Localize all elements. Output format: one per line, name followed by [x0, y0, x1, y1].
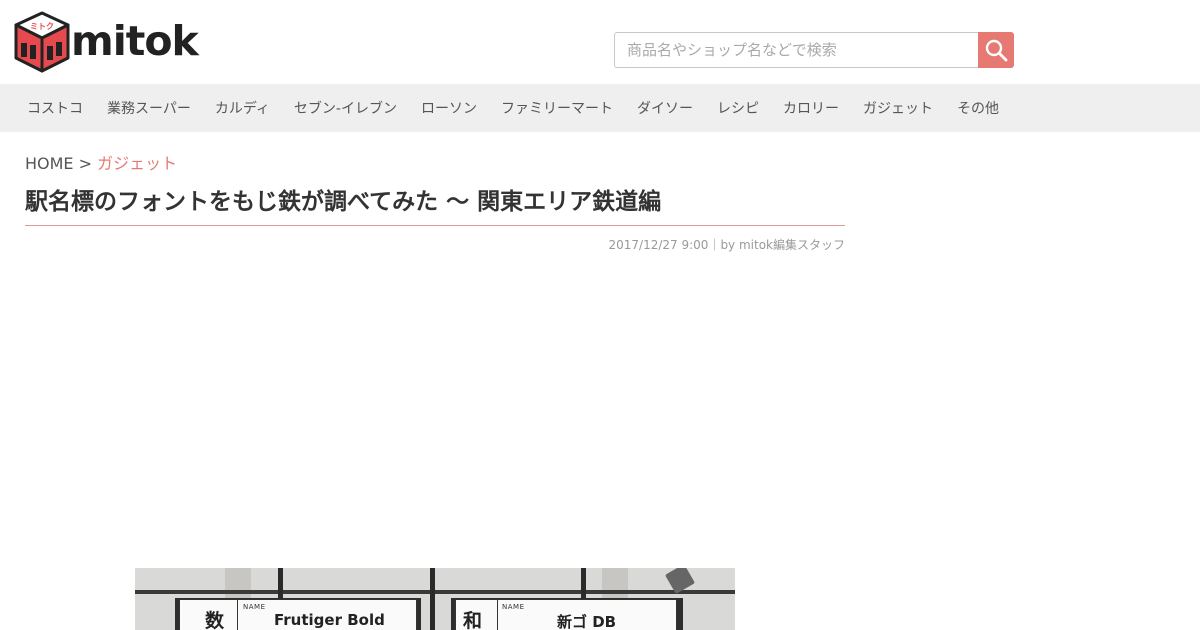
search-input[interactable]	[614, 32, 979, 68]
nav-list: コストコ 業務スーパー カルディ セブン-イレブン ローソン ファミリーマート …	[0, 84, 1200, 132]
sign-tag: NAME	[243, 603, 266, 611]
nav-item-costco[interactable]: コストコ	[27, 98, 83, 118]
nav-item-gadget[interactable]: ガジェット	[863, 98, 933, 118]
site-logo[interactable]: ミトク mitok	[14, 11, 199, 73]
sign-kanji: 和	[463, 610, 483, 630]
hero-post	[430, 568, 435, 630]
breadcrumb-home-link[interactable]: HOME	[25, 154, 74, 173]
sign-font-name: Frutiger Bold	[274, 611, 385, 629]
search-button[interactable]	[978, 32, 1014, 68]
logo-box-icon: ミトク	[14, 11, 70, 73]
sign-font-name: 新ゴ DB	[557, 613, 617, 630]
hero-beam	[135, 590, 735, 594]
site-header: ミトク mitok	[0, 0, 1200, 84]
hero-image: 数 NAME Frutiger Bold 和 NAME 新ゴ DB	[135, 568, 735, 630]
article-title: 駅名標のフォントをもじ鉄が調べてみた 〜 関東エリア鉄道編	[25, 189, 662, 215]
category-nav: コストコ 業務スーパー カルディ セブン-イレブン ローソン ファミリーマート …	[0, 84, 1200, 132]
nav-item-kaldi[interactable]: カルディ	[215, 98, 270, 118]
search-icon	[985, 39, 1008, 62]
breadcrumb-separator: >	[78, 154, 93, 173]
breadcrumb-current-link[interactable]: ガジェット	[97, 154, 177, 173]
nav-item-gyomu-super[interactable]: 業務スーパー	[107, 98, 191, 118]
sign-tag: NAME	[502, 603, 525, 611]
logo-wordmark: mitok	[71, 17, 199, 65]
nav-item-calorie[interactable]: カロリー	[783, 98, 839, 118]
search-bar	[614, 32, 1014, 68]
svg-text:ミトク: ミトク	[30, 21, 54, 31]
nav-item-lawson[interactable]: ローソン	[421, 98, 477, 118]
nav-item-familymart[interactable]: ファミリーマート	[501, 98, 613, 118]
breadcrumb: HOME > ガジェット	[25, 150, 177, 174]
article-meta: 2017/12/27 9:00｜by mitok編集スタッフ	[608, 238, 845, 252]
nav-item-daiso[interactable]: ダイソー	[637, 98, 693, 118]
nav-item-recipe[interactable]: レシピ	[717, 98, 759, 118]
nav-item-other[interactable]: その他	[957, 98, 999, 118]
sign-kanji: 数	[205, 610, 225, 630]
nav-item-seven-eleven[interactable]: セブン-イレブン	[294, 98, 397, 118]
title-divider	[25, 225, 845, 226]
